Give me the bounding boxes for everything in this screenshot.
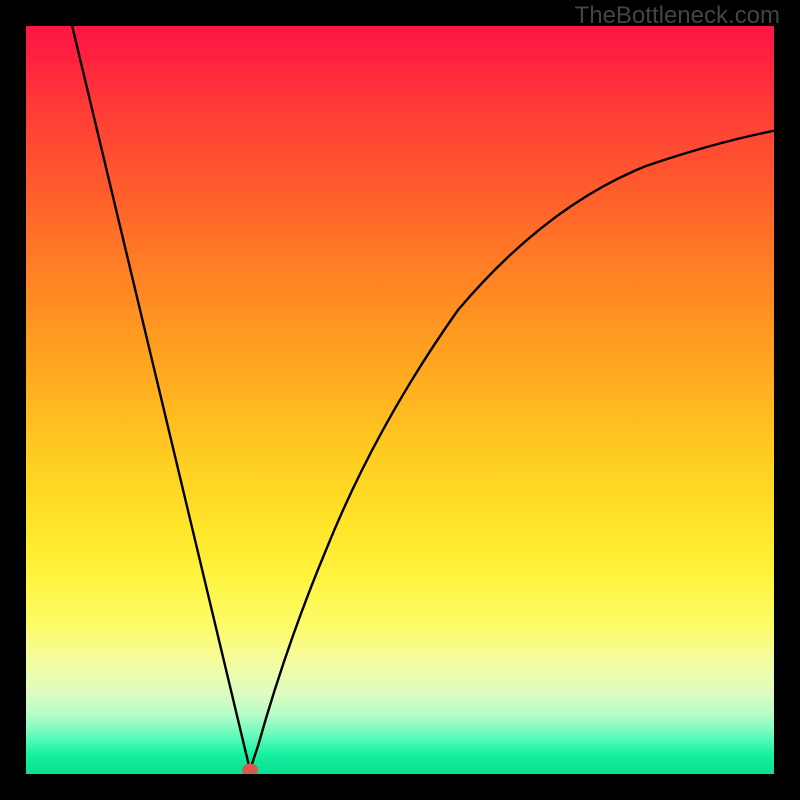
watermark-text: TheBottleneck.com bbox=[575, 2, 780, 30]
bottleneck-curve bbox=[26, 26, 774, 774]
curve-right-branch bbox=[250, 130, 774, 770]
chart-plot-area bbox=[26, 26, 774, 774]
minimum-marker bbox=[242, 763, 258, 774]
curve-left-branch bbox=[71, 26, 250, 770]
